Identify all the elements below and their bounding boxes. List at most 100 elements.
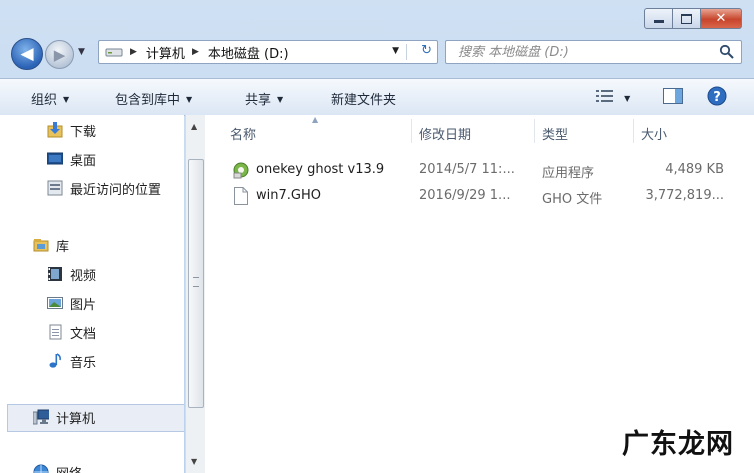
address-divider bbox=[406, 44, 407, 60]
organize-label: 组织 bbox=[31, 93, 58, 108]
nav-item-label: 桌面 bbox=[70, 153, 97, 169]
computer-icon bbox=[33, 409, 49, 425]
nav-item-label: 视频 bbox=[70, 268, 97, 284]
include-in-library-label: 包含到库中 bbox=[115, 93, 181, 108]
new-folder-label: 新建文件夹 bbox=[331, 93, 397, 108]
file-list: ▲ 名称 修改日期 类型 大小 onekey ghost v13.9 2014/… bbox=[205, 115, 754, 473]
column-header-date[interactable]: 修改日期 bbox=[419, 124, 471, 143]
preview-pane-icon bbox=[663, 88, 683, 104]
breadcrumb-drive-d[interactable]: 本地磁盘 (D:) bbox=[208, 43, 289, 62]
minimize-icon bbox=[653, 20, 664, 23]
breadcrumb-separator-icon: ▶ bbox=[130, 47, 137, 57]
nav-item-downloads[interactable]: 下载 bbox=[47, 119, 96, 141]
library-icon bbox=[33, 239, 49, 252]
nav-item-desktop[interactable]: 桌面 bbox=[47, 148, 96, 170]
recent-places-icon bbox=[47, 180, 63, 196]
file-size: 3,772,819... bbox=[645, 188, 724, 203]
column-divider[interactable] bbox=[633, 119, 634, 143]
file-icon bbox=[234, 187, 248, 205]
column-header-size[interactable]: 大小 bbox=[641, 124, 667, 143]
music-icon bbox=[49, 353, 61, 368]
search-input[interactable] bbox=[456, 43, 710, 62]
chevron-down-icon: ▼ bbox=[277, 95, 284, 104]
search-box bbox=[445, 40, 742, 64]
maximize-button[interactable] bbox=[673, 8, 701, 29]
forward-arrow-icon: ▶ bbox=[53, 45, 66, 64]
file-row[interactable]: onekey ghost v13.9 2014/5/7 11:... 应用程序 … bbox=[205, 158, 754, 182]
file-row[interactable]: win7.GHO 2016/9/29 1... GHO 文件 3,772,819… bbox=[205, 184, 754, 208]
recent-pages-dropdown[interactable]: ▼ bbox=[78, 47, 85, 57]
share-menu[interactable]: 共享 ▼ bbox=[245, 89, 283, 108]
view-list-icon bbox=[596, 90, 613, 102]
nav-item-videos[interactable]: 视频 bbox=[47, 263, 96, 285]
nav-item-label: 图片 bbox=[70, 297, 97, 313]
refresh-icon[interactable]: ↻ bbox=[421, 43, 432, 58]
navigation-pane: 下载 桌面 最近访问的位置 库 视频 图片 文档 音乐 计算机 bbox=[0, 115, 184, 473]
back-button[interactable]: ◀ bbox=[11, 38, 43, 70]
file-name: win7.GHO bbox=[256, 188, 321, 203]
file-date: 2016/9/29 1... bbox=[419, 188, 511, 203]
breadcrumb-computer[interactable]: 计算机 bbox=[146, 43, 185, 62]
scroll-down-icon[interactable]: ▼ bbox=[191, 457, 197, 466]
scrollbar-thumb[interactable] bbox=[188, 159, 204, 408]
file-size: 4,489 KB bbox=[665, 162, 724, 177]
nav-item-network[interactable]: 网络 bbox=[33, 461, 82, 473]
share-label: 共享 bbox=[245, 93, 272, 108]
column-divider[interactable] bbox=[534, 119, 535, 143]
desktop-icon bbox=[47, 152, 63, 165]
network-icon bbox=[33, 464, 49, 473]
maximize-icon bbox=[681, 13, 692, 24]
column-header-type[interactable]: 类型 bbox=[542, 124, 568, 143]
chevron-down-icon: ▼ bbox=[63, 95, 70, 104]
nav-item-label: 最近访问的位置 bbox=[70, 182, 162, 198]
pictures-icon bbox=[47, 297, 63, 309]
sort-ascending-icon: ▲ bbox=[312, 115, 319, 124]
application-icon bbox=[233, 162, 249, 179]
nav-item-label: 库 bbox=[56, 239, 70, 255]
column-divider[interactable] bbox=[411, 119, 412, 143]
file-name: onekey ghost v13.9 bbox=[256, 162, 385, 177]
file-type: 应用程序 bbox=[542, 166, 595, 181]
back-arrow-icon: ◀ bbox=[20, 44, 34, 64]
nav-item-label: 文档 bbox=[70, 326, 97, 342]
scroll-up-icon[interactable]: ▲ bbox=[191, 122, 197, 131]
nav-item-label: 计算机 bbox=[56, 411, 96, 427]
nav-item-pictures[interactable]: 图片 bbox=[47, 292, 96, 314]
column-header-name[interactable]: 名称 bbox=[230, 124, 256, 143]
chevron-down-icon: ▼ bbox=[624, 94, 631, 103]
nav-item-computer[interactable]: 计算机 bbox=[33, 406, 95, 428]
video-icon bbox=[48, 267, 62, 281]
help-button[interactable]: ? bbox=[707, 86, 727, 110]
forward-button[interactable]: ▶ bbox=[45, 40, 74, 69]
drive-icon bbox=[105, 48, 123, 57]
nav-item-label: 下载 bbox=[70, 124, 97, 140]
command-bar: 组织 ▼ 包含到库中 ▼ 共享 ▼ 新建文件夹 ▼ ? bbox=[0, 78, 754, 116]
nav-pane-scrollbar[interactable]: ▲ ▼ bbox=[185, 115, 205, 473]
view-options-button[interactable]: ▼ bbox=[596, 89, 630, 107]
minimize-button[interactable] bbox=[644, 8, 673, 29]
include-in-library-menu[interactable]: 包含到库中 ▼ bbox=[115, 89, 192, 108]
breadcrumb-separator-icon: ▶ bbox=[191, 47, 199, 57]
organize-menu[interactable]: 组织 ▼ bbox=[31, 89, 69, 108]
grip-icon bbox=[193, 277, 199, 287]
search-icon[interactable] bbox=[719, 44, 735, 60]
file-type: GHO 文件 bbox=[542, 192, 603, 207]
help-icon: ? bbox=[707, 86, 727, 106]
file-date: 2014/5/7 11:... bbox=[419, 162, 515, 177]
nav-item-recent-places[interactable]: 最近访问的位置 bbox=[47, 177, 161, 199]
close-icon: ✕ bbox=[715, 11, 727, 26]
new-folder-button[interactable]: 新建文件夹 bbox=[331, 89, 396, 108]
nav-item-label: 网络 bbox=[56, 463, 82, 473]
address-bar[interactable]: ▶ 计算机 ▶ 本地磁盘 (D:) ▼ ↻ bbox=[98, 40, 438, 64]
nav-item-music[interactable]: 音乐 bbox=[47, 350, 96, 372]
nav-item-libraries[interactable]: 库 bbox=[33, 234, 69, 256]
chevron-down-icon: ▼ bbox=[186, 95, 193, 104]
preview-pane-button[interactable] bbox=[663, 88, 683, 108]
svg-text:?: ? bbox=[713, 90, 721, 105]
nav-item-label: 音乐 bbox=[70, 355, 97, 371]
nav-item-documents[interactable]: 文档 bbox=[47, 321, 96, 343]
documents-icon bbox=[49, 324, 62, 340]
explorer-window: ✕ ◀ ▶ ▼ ▶ 计算机 ▶ 本地磁盘 (D:) ▼ ↻ 组织 ▼ 包含到库中 ▼ bbox=[0, 0, 754, 473]
close-button[interactable]: ✕ bbox=[701, 8, 742, 29]
address-dropdown-icon[interactable]: ▼ bbox=[392, 46, 399, 56]
